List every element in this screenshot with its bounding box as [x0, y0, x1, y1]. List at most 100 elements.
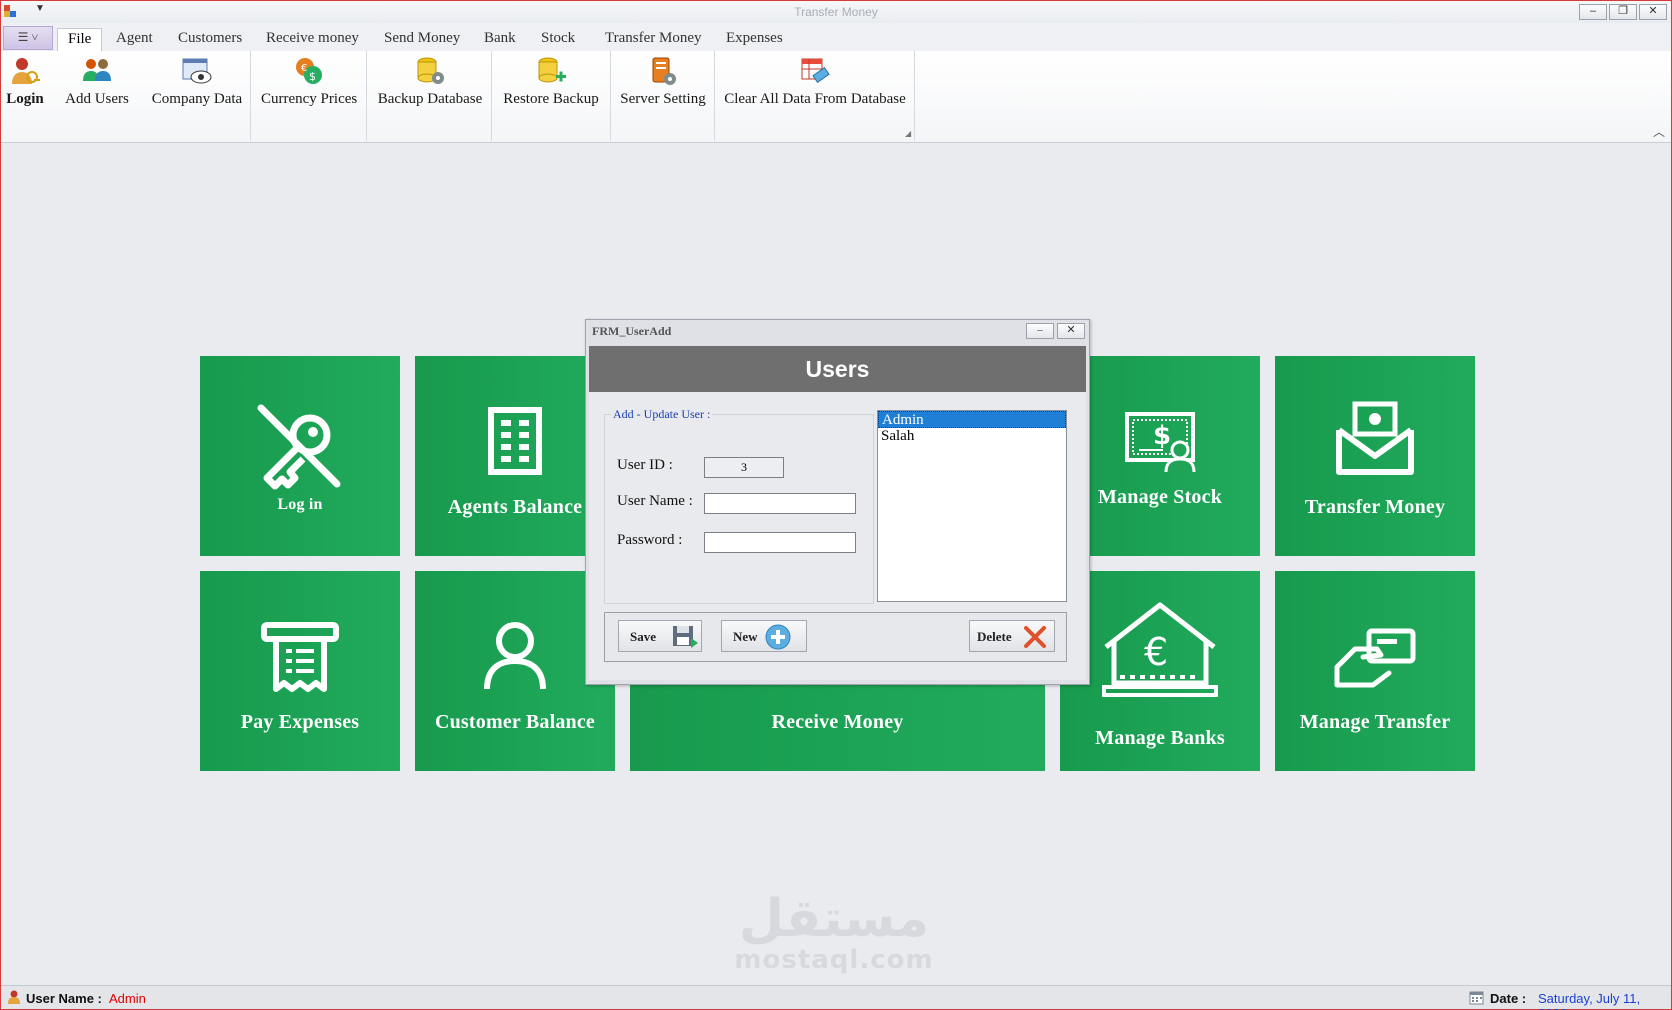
new-label: New	[733, 629, 758, 644]
tile-label: Manage Stock	[1097, 486, 1223, 508]
user-name-label: User Name :	[617, 493, 693, 509]
user-name-field[interactable]	[704, 493, 856, 514]
title-bar: ▼ Transfer Money ‒ ❐ ✕	[1, 1, 1671, 23]
user-id-label: User ID :	[617, 457, 673, 473]
tile-pay-expenses[interactable]: Pay Expenses	[200, 571, 400, 771]
close-button[interactable]: ✕	[1639, 4, 1667, 20]
add-users-button[interactable]: Add Users	[64, 53, 130, 113]
dialog-body: Add - Update User : User ID : User Name …	[589, 392, 1086, 680]
minimize-button[interactable]: ‒	[1579, 4, 1607, 20]
menu-icon: ☰ ˅	[17, 30, 39, 44]
dialog-button-bar: Save New Delete	[604, 612, 1067, 662]
svg-text:$: $	[1153, 421, 1171, 451]
tile-manage-transfer[interactable]: Manage Transfer	[1275, 571, 1475, 771]
tab-send-money[interactable]: Send Money	[374, 28, 470, 51]
user-status-icon	[8, 990, 20, 1004]
restore-button[interactable]: ❐	[1609, 4, 1637, 20]
ribbon-panel: Login Add Users Company Data $ € Currency…	[1, 51, 1671, 143]
restore-backup-button[interactable]: Restore Backup	[501, 53, 601, 113]
new-button[interactable]: New	[721, 620, 807, 652]
users-icon	[83, 59, 111, 81]
delete-label: Delete	[977, 629, 1012, 644]
tab-transfer-money[interactable]: Transfer Money	[595, 28, 712, 51]
user-icon	[484, 622, 546, 690]
add-users-label: Add Users	[65, 91, 129, 107]
tile-label: Log in	[277, 496, 323, 513]
tab-bank[interactable]: Bank	[474, 28, 526, 51]
add-update-user-group: Add - Update User : User ID : User Name …	[604, 407, 874, 604]
ribbon-collapse-icon[interactable]: ︿	[1653, 123, 1665, 140]
currency-prices-button[interactable]: $ € Currency Prices	[261, 53, 357, 113]
status-date-label: Date :	[1490, 991, 1527, 1006]
tile-log-in[interactable]: Log in	[200, 356, 400, 556]
svg-text:€: €	[301, 63, 307, 74]
watermark-latin: mostaql.com	[734, 945, 934, 975]
tab-receive-money[interactable]: Receive money	[256, 28, 369, 51]
currency-coins-icon: $€	[296, 58, 322, 84]
user-add-dialog: FRM_UserAdd ‒ ✕ Users Add - Update User …	[585, 319, 1090, 685]
tile-label: Transfer Money	[1304, 496, 1446, 518]
save-label: Save	[630, 629, 656, 644]
tile-label: Manage Transfer	[1299, 711, 1451, 733]
tile-label: Pay Expenses	[240, 711, 360, 733]
clear-all-data-label: Clear All Data From Database	[724, 91, 906, 107]
backup-database-button[interactable]: Backup Database	[376, 53, 484, 113]
company-data-button[interactable]: Company Data	[151, 53, 243, 113]
dialog-minimize-button[interactable]: ‒	[1026, 323, 1054, 339]
ribbon-group-server: Server Setting	[611, 51, 715, 141]
server-setting-button[interactable]: Server Setting	[620, 53, 706, 113]
login-button[interactable]: Login	[5, 53, 45, 113]
delete-button[interactable]: Delete	[969, 620, 1055, 652]
user-login-icon	[12, 58, 40, 84]
hand-card-icon	[1334, 628, 1416, 688]
svg-text:$: $	[309, 70, 316, 83]
password-field[interactable]	[704, 532, 856, 553]
dialog-window-title: FRM_UserAdd	[592, 324, 672, 338]
users-listbox[interactable]: Admin Salah	[877, 410, 1067, 602]
tab-expenses[interactable]: Expenses	[716, 28, 793, 51]
save-button[interactable]: Save	[618, 620, 702, 652]
user-id-field[interactable]	[704, 457, 784, 478]
login-label: Login	[6, 91, 44, 107]
tab-stock[interactable]: Stock	[531, 28, 585, 51]
receipt-icon	[261, 622, 339, 692]
status-date-value: Saturday, July 11, 2020	[1538, 991, 1641, 1010]
watermark: مستقل mostaql.com	[729, 891, 939, 973]
plus-circle-icon	[765, 624, 791, 650]
list-item[interactable]: Salah	[878, 428, 1066, 445]
tile-manage-stock[interactable]: $ Manage Stock	[1060, 356, 1260, 556]
password-label: Password :	[617, 532, 683, 548]
table-eraser-icon	[801, 58, 830, 83]
ribbon-group-backup: Backup Database	[367, 51, 492, 141]
bank-euro-icon: €	[1102, 602, 1218, 697]
money-envelope-icon	[1336, 401, 1414, 475]
tile-transfer-money[interactable]: Transfer Money	[1275, 356, 1475, 556]
list-item[interactable]: Admin	[878, 411, 1066, 428]
tab-file[interactable]: File	[57, 28, 103, 51]
key-off-icon	[257, 404, 341, 490]
ribbon-tab-bar: ☰ ˅ File Agent Customers Receive money S…	[1, 23, 1671, 51]
tab-customers[interactable]: Customers	[168, 28, 252, 51]
server-setting-label: Server Setting	[620, 91, 706, 107]
tile-manage-banks[interactable]: € Manage Banks	[1060, 571, 1260, 771]
window-title: Transfer Money	[794, 5, 878, 19]
group-title: Add - Update User :	[611, 407, 713, 422]
check-money-user-icon: $	[1125, 412, 1196, 473]
tab-agent[interactable]: Agent	[106, 28, 163, 51]
restore-backup-label: Restore Backup	[503, 91, 599, 107]
ribbon-group-restore: Restore Backup	[492, 51, 611, 141]
company-data-label: Company Data	[151, 91, 243, 107]
database-gear-icon	[417, 57, 444, 84]
backup-database-label: Backup Database	[377, 91, 483, 107]
ribbon-group-currency: $ € Currency Prices	[251, 51, 367, 141]
dialog-close-button[interactable]: ✕	[1057, 323, 1085, 339]
watermark-arabic: مستقل	[738, 889, 930, 949]
svg-text:€: €	[1144, 630, 1168, 674]
application-menu-button[interactable]: ☰ ˅	[3, 26, 53, 50]
ribbon-group-clear: Clear All Data From Database ◢	[715, 51, 915, 141]
clear-all-data-button[interactable]: Clear All Data From Database	[723, 53, 907, 113]
status-user-label: User Name :	[26, 991, 102, 1006]
database-add-icon	[538, 57, 566, 83]
group-launcher-icon[interactable]: ◢	[905, 129, 911, 138]
calendar-icon	[1469, 991, 1484, 1005]
